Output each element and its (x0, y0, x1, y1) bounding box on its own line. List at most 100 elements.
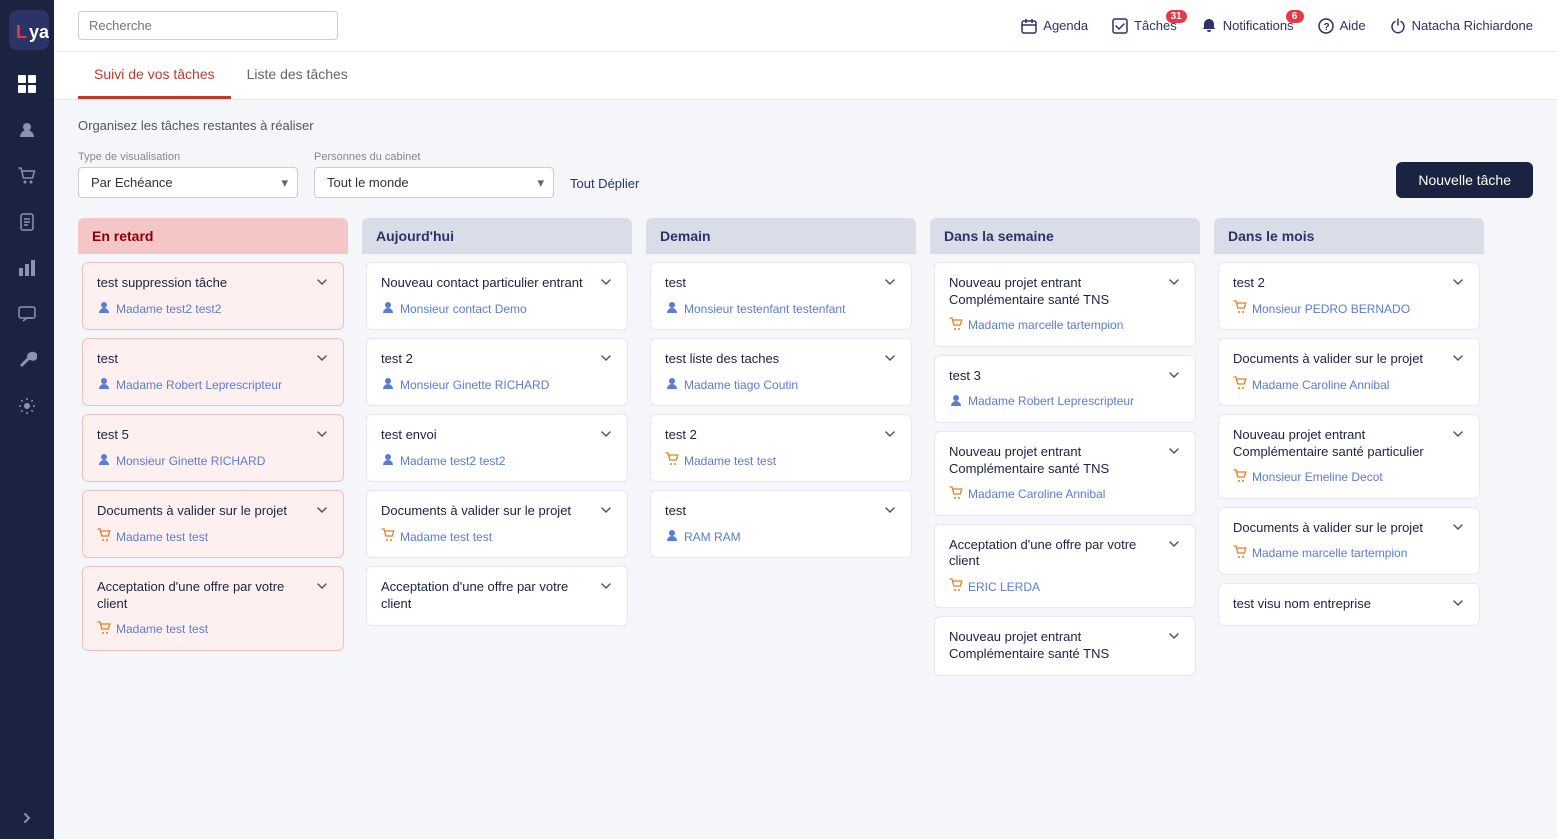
task-chevron-icon[interactable] (1451, 520, 1465, 537)
filter-type-select[interactable]: Par Echéance (78, 167, 298, 198)
kanban-col-dans-le-mois: Dans le moistest 2Monsieur PEDRO BERNADO… (1214, 218, 1484, 726)
user-icon (97, 376, 111, 393)
task-card[interactable]: testMadame Robert Leprescripteur (82, 338, 344, 406)
task-card[interactable]: Documents à valider sur le projetMadame … (1218, 507, 1480, 575)
task-chevron-icon[interactable] (883, 503, 897, 520)
task-chevron-icon[interactable] (599, 503, 613, 520)
task-chevron-icon[interactable] (883, 351, 897, 368)
nav-aide-label: Aide (1340, 18, 1366, 33)
task-title: test liste des taches (665, 351, 779, 368)
task-card[interactable]: test 2Monsieur Ginette RICHARD (366, 338, 628, 406)
tout-deplier-button[interactable]: Tout Déplier (570, 169, 639, 198)
task-person-name: Madame test test (400, 530, 492, 544)
task-card[interactable]: test 2Monsieur PEDRO BERNADO (1218, 262, 1480, 330)
task-chevron-icon[interactable] (599, 275, 613, 292)
task-card[interactable]: Nouveau projet entrant Complémentaire sa… (934, 616, 1196, 676)
task-person-name: Madame test test (684, 454, 776, 468)
task-chevron-icon[interactable] (1451, 351, 1465, 368)
header-nav: Agenda 31 Tâches 6 Notifications ? Aide (1021, 18, 1533, 34)
task-chevron-icon[interactable] (1167, 444, 1181, 461)
task-chevron-icon[interactable] (599, 579, 613, 596)
task-card[interactable]: Acceptation d'une offre par votre client (366, 566, 628, 626)
task-card[interactable]: Documents à valider sur le projetMadame … (366, 490, 628, 558)
nav-aide[interactable]: ? Aide (1318, 18, 1366, 34)
task-card[interactable]: test envoiMadame test2 test2 (366, 414, 628, 482)
task-chevron-icon[interactable] (883, 427, 897, 444)
sidebar-item-grid[interactable] (13, 70, 41, 98)
task-chevron-icon[interactable] (883, 275, 897, 292)
sidebar-item-chat[interactable] (13, 300, 41, 328)
sidebar-item-users[interactable] (13, 116, 41, 144)
task-chevron-icon[interactable] (599, 427, 613, 444)
task-card[interactable]: Nouveau projet entrant Complémentaire sa… (1218, 414, 1480, 499)
task-card[interactable]: Nouveau contact particulier entrantMonsi… (366, 262, 628, 330)
sidebar-item-cart[interactable] (13, 162, 41, 190)
col-header-dans-la-semaine: Dans la semaine (930, 218, 1200, 254)
nouvelle-tache-button[interactable]: Nouvelle tâche (1396, 162, 1533, 198)
filter-persons-label: Personnes du cabinet (314, 151, 554, 163)
task-card[interactable]: Acceptation d'une offre par votre client… (82, 566, 344, 651)
taches-badge: 31 (1166, 10, 1187, 23)
tab-liste[interactable]: Liste des tâches (231, 52, 364, 99)
task-chevron-icon[interactable] (315, 351, 329, 368)
task-title: test (665, 275, 686, 292)
kanban-cards-dans-la-semaine: Nouveau projet entrant Complémentaire sa… (930, 262, 1200, 680)
sidebar-item-file[interactable] (13, 208, 41, 236)
task-chevron-icon[interactable] (1451, 596, 1465, 613)
task-card[interactable]: test liste des tachesMadame tiago Coutin (650, 338, 912, 406)
sidebar-item-chart[interactable] (13, 254, 41, 282)
app-logo[interactable]: L ya (9, 10, 45, 46)
task-card[interactable]: Documents à valider sur le projetMadame … (1218, 338, 1480, 406)
filters-row: Type de visualisation Par Echéance Perso… (78, 151, 1533, 198)
task-card[interactable]: Acceptation d'une offre par votre client… (934, 524, 1196, 609)
sidebar-item-wrench[interactable] (13, 346, 41, 374)
filter-type-group: Type de visualisation Par Echéance (78, 151, 298, 198)
col-header-demain: Demain (646, 218, 916, 254)
task-chevron-icon[interactable] (1167, 537, 1181, 554)
page-subtitle: Organisez les tâches restantes à réalise… (78, 118, 1533, 133)
task-card[interactable]: test suppression tâcheMadame test2 test2 (82, 262, 344, 330)
search-input[interactable] (78, 11, 338, 40)
task-title: Acceptation d'une offre par votre client (97, 579, 307, 613)
task-chevron-icon[interactable] (1451, 427, 1465, 444)
agenda-icon (1021, 18, 1037, 34)
task-card[interactable]: testRAM RAM (650, 490, 912, 558)
task-card[interactable]: test 2 Madame test test (650, 414, 912, 482)
col-header-aujourd-hui: Aujourd'hui (362, 218, 632, 254)
task-title: test 2 (665, 427, 697, 444)
task-person-name: RAM RAM (684, 530, 741, 544)
task-title: test visu nom entreprise (1233, 596, 1371, 613)
task-chevron-icon[interactable] (1451, 275, 1465, 292)
sidebar-item-gear[interactable] (13, 392, 41, 420)
task-chevron-icon[interactable] (315, 579, 329, 596)
task-title: Nouveau projet entrant Complémentaire sa… (1233, 427, 1443, 461)
sidebar-expand-button[interactable] (19, 810, 35, 829)
task-card[interactable]: testMonsieur testenfant testenfant (650, 262, 912, 330)
header: Agenda 31 Tâches 6 Notifications ? Aide (54, 0, 1557, 52)
kanban-col-aujourd-hui: Aujourd'hui Nouveau contact particulier e… (362, 218, 632, 726)
nav-agenda[interactable]: Agenda (1021, 18, 1088, 34)
nav-notifications-label: Notifications (1223, 18, 1294, 33)
task-chevron-icon[interactable] (315, 275, 329, 292)
user-icon (97, 452, 111, 469)
task-card[interactable]: test 5Monsieur Ginette RICHARD (82, 414, 344, 482)
task-card[interactable]: Nouveau projet entrant Complémentaire sa… (934, 262, 1196, 347)
notifications-badge: 6 (1286, 10, 1304, 23)
tab-suivi[interactable]: Suivi de vos tâches (78, 52, 231, 99)
task-card[interactable]: test 3Madame Robert Leprescripteur (934, 355, 1196, 423)
nav-user[interactable]: Natacha Richiardone (1390, 18, 1533, 34)
task-chevron-icon[interactable] (1167, 275, 1181, 292)
task-chevron-icon[interactable] (599, 351, 613, 368)
filter-persons-select[interactable]: Tout le monde (314, 167, 554, 198)
task-chevron-icon[interactable] (315, 503, 329, 520)
nav-notifications[interactable]: 6 Notifications (1201, 18, 1294, 34)
task-card[interactable]: Documents à valider sur le projetMadame … (82, 490, 344, 558)
task-card[interactable]: test visu nom entreprise (1218, 583, 1480, 626)
task-chevron-icon[interactable] (315, 427, 329, 444)
task-chevron-icon[interactable] (1167, 368, 1181, 385)
task-title: Acceptation d'une offre par votre client (949, 537, 1159, 571)
nav-taches[interactable]: 31 Tâches (1112, 18, 1177, 34)
kanban-cards-dans-le-mois: test 2Monsieur PEDRO BERNADO Documents à … (1214, 262, 1484, 630)
task-card[interactable]: Nouveau projet entrant Complémentaire sa… (934, 431, 1196, 516)
task-chevron-icon[interactable] (1167, 629, 1181, 646)
